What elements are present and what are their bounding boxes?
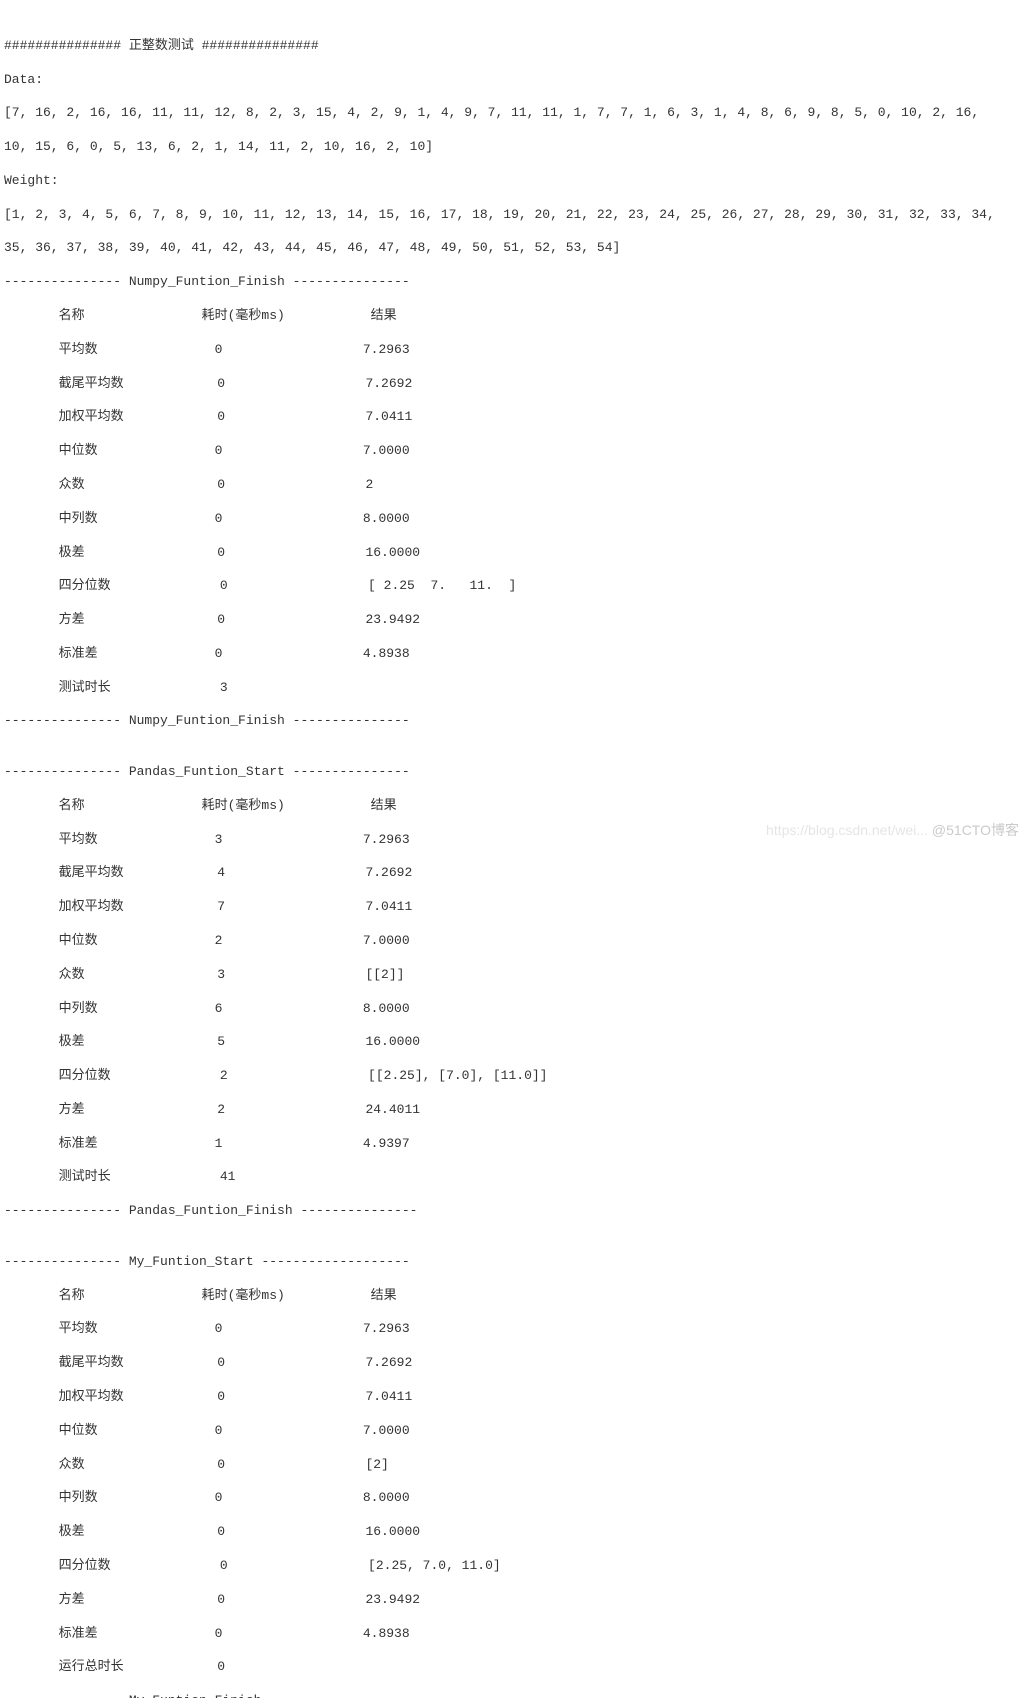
numpy-quart: 四分位数 0 [ 2.25 7. 11. ] xyxy=(4,578,516,593)
numpy-sep-start: --------------- Numpy_Funtion_Finish ---… xyxy=(4,274,410,289)
data-line2: 10, 15, 6, 0, 5, 13, 6, 2, 1, 14, 11, 2,… xyxy=(4,139,433,154)
watermark: https://blog.csdn.net/wei...@51CTO博客 xyxy=(766,821,1019,839)
my-total: 运行总时长 0 xyxy=(4,1659,225,1674)
numpy-tmean: 截尾平均数 0 7.2692 xyxy=(4,376,412,391)
pandas-var: 方差 2 24.4011 xyxy=(4,1102,420,1117)
data-line1: [7, 16, 2, 16, 16, 11, 11, 12, 8, 2, 3, … xyxy=(4,105,979,120)
numpy-mean: 平均数 0 7.2963 xyxy=(4,342,410,357)
my-wmean: 加权平均数 0 7.0411 xyxy=(4,1389,412,1404)
pandas-total: 测试时长 41 xyxy=(4,1169,235,1184)
pandas-std: 标准差 1 4.9397 xyxy=(4,1136,410,1151)
pandas-sep-start: --------------- Pandas_Funtion_Start ---… xyxy=(4,764,410,779)
my-mean: 平均数 0 7.2963 xyxy=(4,1321,410,1336)
my-tmean: 截尾平均数 0 7.2692 xyxy=(4,1355,412,1370)
weight-line2: 35, 36, 37, 38, 39, 40, 41, 42, 43, 44, … xyxy=(4,240,620,255)
numpy-range: 极差 0 16.0000 xyxy=(4,545,420,560)
numpy-midrange: 中列数 0 8.0000 xyxy=(4,511,410,526)
my-midrange: 中列数 0 8.0000 xyxy=(4,1490,410,1505)
my-quart: 四分位数 0 [2.25, 7.0, 11.0] xyxy=(4,1558,501,1573)
numpy-total: 测试时长 3 xyxy=(4,680,228,695)
my-sep-end: --------------- My_Funtion_Finish ------… xyxy=(4,1693,410,1698)
my-sep-start: --------------- My_Funtion_Start -------… xyxy=(4,1254,410,1269)
numpy-head: 名称 耗时(毫秒ms) 结果 xyxy=(4,308,397,323)
my-head: 名称 耗时(毫秒ms) 结果 xyxy=(4,1288,397,1303)
numpy-wmean: 加权平均数 0 7.0411 xyxy=(4,409,412,424)
weight-line1: [1, 2, 3, 4, 5, 6, 7, 8, 9, 10, 11, 12, … xyxy=(4,207,995,222)
numpy-mode: 众数 0 2 xyxy=(4,477,373,492)
pandas-range: 极差 5 16.0000 xyxy=(4,1034,420,1049)
pandas-midrange: 中列数 6 8.0000 xyxy=(4,1001,410,1016)
pandas-wmean: 加权平均数 7 7.0411 xyxy=(4,899,412,914)
my-var: 方差 0 23.9492 xyxy=(4,1592,420,1607)
my-median: 中位数 0 7.0000 xyxy=(4,1423,410,1438)
watermark-left: https://blog.csdn.net/wei... xyxy=(766,822,928,838)
weight-label: Weight: xyxy=(4,173,59,188)
header: ############### 正整数测试 ############### xyxy=(4,38,319,53)
my-mode: 众数 0 [2] xyxy=(4,1457,389,1472)
data-label: Data: xyxy=(4,72,43,87)
pandas-tmean: 截尾平均数 4 7.2692 xyxy=(4,865,412,880)
my-range: 极差 0 16.0000 xyxy=(4,1524,420,1539)
pandas-mode: 众数 3 [[2]] xyxy=(4,967,404,982)
numpy-std: 标准差 0 4.8938 xyxy=(4,646,410,661)
my-std: 标准差 0 4.8938 xyxy=(4,1626,410,1641)
watermark-right: @51CTO博客 xyxy=(932,822,1019,838)
pandas-head: 名称 耗时(毫秒ms) 结果 xyxy=(4,798,397,813)
pandas-mean: 平均数 3 7.2963 xyxy=(4,832,410,847)
numpy-var: 方差 0 23.9492 xyxy=(4,612,420,627)
pandas-sep-end: --------------- Pandas_Funtion_Finish --… xyxy=(4,1203,417,1218)
pandas-quart: 四分位数 2 [[2.25], [7.0], [11.0]] xyxy=(4,1068,547,1083)
pandas-median: 中位数 2 7.0000 xyxy=(4,933,410,948)
numpy-sep-end: --------------- Numpy_Funtion_Finish ---… xyxy=(4,713,410,728)
numpy-median: 中位数 0 7.0000 xyxy=(4,443,410,458)
